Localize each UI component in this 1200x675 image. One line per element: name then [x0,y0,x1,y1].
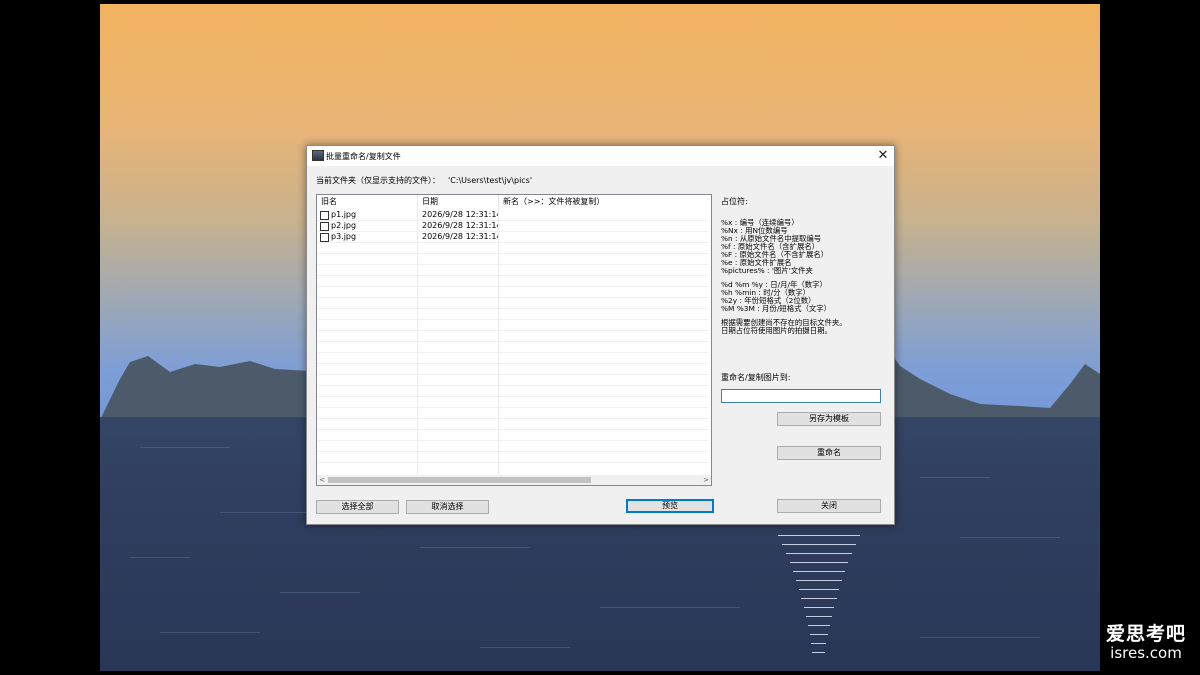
file-list[interactable]: 旧名 日期 新名（>>：文件将被复制） p1.jpg 2026/9/28 12:… [316,194,712,486]
grid-line [317,440,709,441]
grid-line [317,297,709,298]
rename-button[interactable]: 重命名 [777,446,881,460]
grid-line [317,418,709,419]
file-date: 2026/9/28 12:31:14 [422,221,498,230]
batch-rename-dialog: 批量重命名/复制文件 ✕ 当前文件夹（仅显示支持的文件）： 'C:\Users\t… [306,145,895,525]
grid-line [317,396,709,397]
file-name: p3.jpg [331,232,357,241]
file-new-name [503,221,703,231]
horizontal-scrollbar[interactable]: < > [317,475,711,485]
grid-line [317,352,709,353]
placeholder-notes: 根据需要创建尚不存在的目标文件夹。 日期占位符使用图片的拍摄日期。 [721,319,891,335]
file-new-name [503,210,703,220]
file-row[interactable]: p2.jpg 2026/9/28 12:31:14 [317,221,709,232]
scroll-right-icon[interactable]: > [701,475,711,485]
target-label: 重命名/复制图片到: [721,373,791,382]
grid-line [317,374,709,375]
grid-line [317,385,709,386]
file-row[interactable]: p3.jpg 2026/9/28 12:31:14 [317,232,709,243]
preview-button[interactable]: 预览 [626,499,714,513]
grid-line [317,330,709,331]
placeholder-group-file: %x : 编号（连续编号） %Nx : 用N位数编号 %n : 从原始文件名中提… [721,219,891,275]
placeholder-group-date: %d %m %y : 日/月/年（数字） %h %min : 时/分（数字） %… [721,281,891,313]
grid-line [317,451,709,452]
grid-line [317,253,709,254]
scroll-thumb[interactable] [328,477,591,483]
note-line: 日期占位符使用图片的拍摄日期。 [721,326,832,335]
app-icon [312,150,324,161]
placeholder-help: 占位符: %x : 编号（连续编号） %Nx : 用N位数编号 %n : 从原始… [721,198,891,341]
title-bar[interactable]: 批量重命名/复制文件 ✕ [307,146,894,166]
placeholder-line: %pictures% : '图片'文件夹 [721,266,813,275]
file-checkbox[interactable] [320,233,329,242]
file-checkbox[interactable] [320,211,329,220]
watermark-url: isres.com [1110,643,1182,662]
save-template-button[interactable]: 另存为模板 [777,412,881,426]
close-button[interactable]: 关闭 [777,499,881,513]
grid-line [317,462,709,463]
select-all-button[interactable]: 选择全部 [316,500,399,514]
grid-line [317,429,709,430]
file-date: 2026/9/28 12:31:14 [422,210,498,219]
file-name: p2.jpg [331,221,357,230]
file-new-name [503,232,703,242]
grid-line [317,319,709,320]
close-icon[interactable]: ✕ [872,146,894,166]
current-folder: 当前文件夹（仅显示支持的文件）： 'C:\Users\test\jv\pics' [316,175,532,186]
target-path-input[interactable] [721,389,881,403]
grid-line [317,407,709,408]
deselect-button[interactable]: 取消选择 [406,500,489,514]
file-row[interactable]: p1.jpg 2026/9/28 12:31:14 [317,210,709,221]
column-date[interactable]: 日期 [418,195,499,209]
watermark: 爱思考吧 isres.com [1105,622,1186,662]
placeholder-title: 占位符: [721,197,748,206]
file-name: p1.jpg [331,210,357,219]
dialog-title: 批量重命名/复制文件 [326,152,401,161]
column-new-name[interactable]: 新名（>>：文件将被复制） [499,195,711,209]
grid-line [317,308,709,309]
grid-line [317,275,709,276]
grid-line [317,264,709,265]
file-checkbox[interactable] [320,222,329,231]
folder-path: 'C:\Users\test\jv\pics' [448,176,533,185]
folder-label: 当前文件夹（仅显示支持的文件）： [316,176,440,185]
file-date: 2026/9/28 12:31:14 [422,232,498,241]
grid-line [317,286,709,287]
dialog-body: 当前文件夹（仅显示支持的文件）： 'C:\Users\test\jv\pics' … [307,166,894,524]
placeholder-line: %M %3M : 月份/短格式（文字） [721,304,832,313]
file-list-header: 旧名 日期 新名（>>：文件将被复制） [317,195,711,209]
column-old-name[interactable]: 旧名 [317,195,418,209]
watermark-title: 爱思考吧 [1105,622,1186,645]
scroll-left-icon[interactable]: < [317,475,327,485]
grid-line [317,341,709,342]
grid-line [317,363,709,364]
